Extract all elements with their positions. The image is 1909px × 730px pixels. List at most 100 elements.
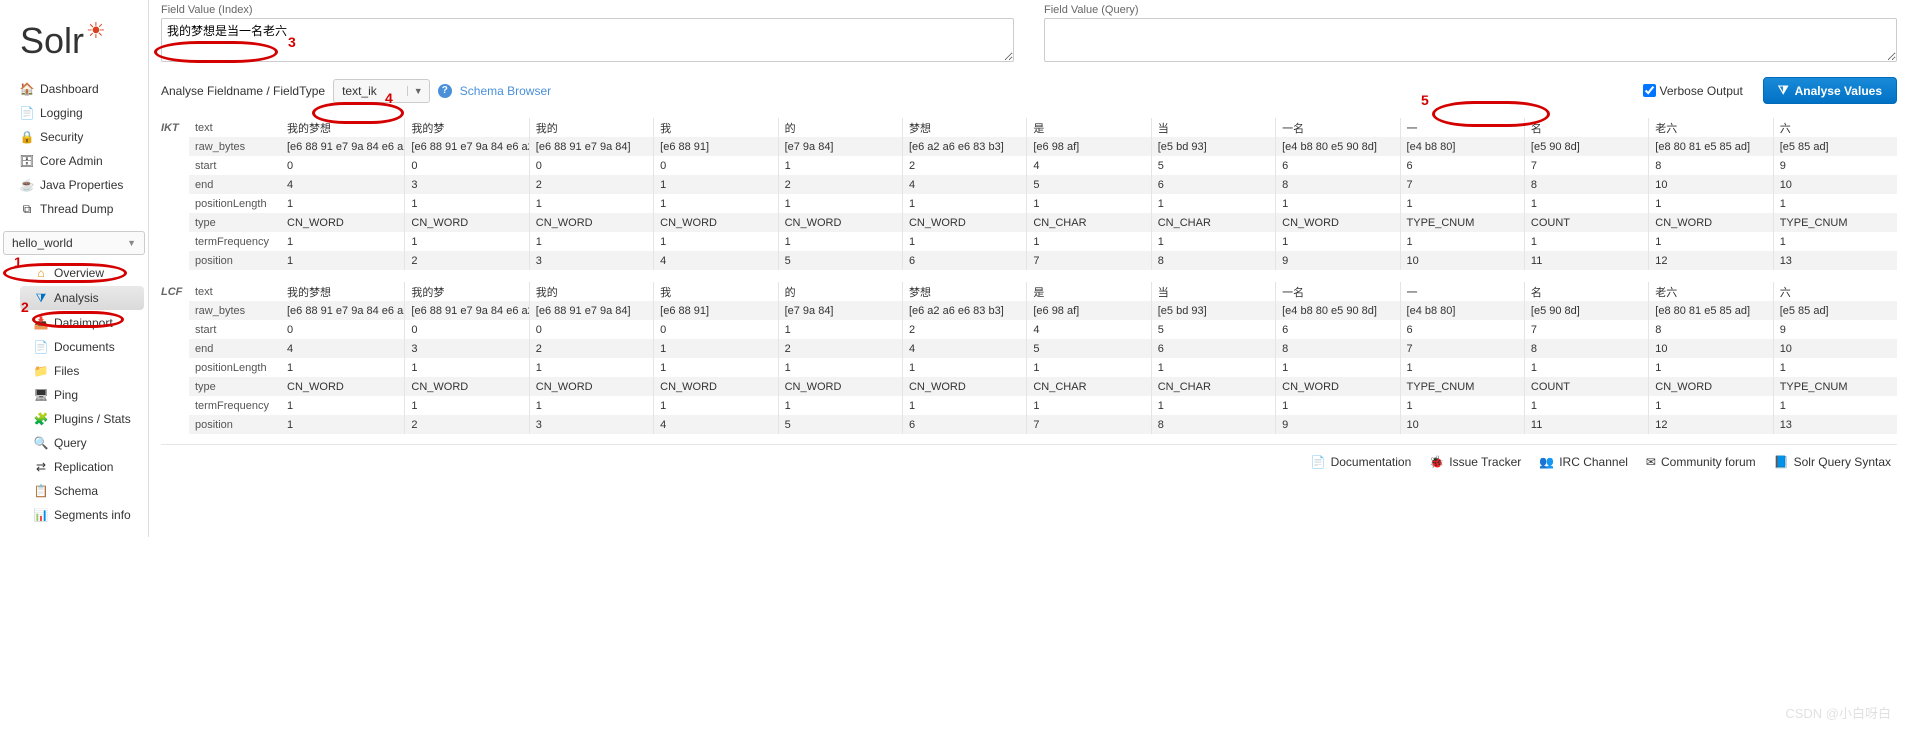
import-icon: 📥 xyxy=(34,316,48,330)
token-columns: 我的梦想[e6 88 91 e7 9a 84 e6 a2 a6 e6 83 b3… xyxy=(281,118,1897,270)
token-column: 我[e6 88 91]011CN_WORD14 xyxy=(653,282,777,434)
token-cell: 1 xyxy=(281,415,404,434)
token-cell: 1 xyxy=(530,232,653,251)
token-cell: [e7 9a 84] xyxy=(779,137,902,156)
subnav-query[interactable]: 🔍Query xyxy=(16,431,148,455)
token-cell: 6 xyxy=(1401,320,1524,339)
verbose-output-checkbox[interactable]: Verbose Output xyxy=(1643,84,1743,98)
token-column: 我的梦[e6 88 91 e7 9a 84 e6 a2 a6]031CN_WOR… xyxy=(404,118,528,270)
token-column: 六[e5 85 ad]9101TYPE_CNUM113 xyxy=(1773,282,1897,434)
token-cell: [e6 88 91 e7 9a 84 e6 a2 a6] xyxy=(405,301,528,320)
attr-label: positionLength xyxy=(189,194,281,213)
footer-community[interactable]: ✉Community forum xyxy=(1646,455,1756,469)
attr-label: raw_bytes xyxy=(189,301,281,320)
nav-thread-dump[interactable]: ⧉Thread Dump xyxy=(0,197,148,221)
token-cell: 1 xyxy=(1152,232,1275,251)
token-cell: TYPE_CNUM xyxy=(1774,213,1897,232)
token-cell: CN_WORD xyxy=(903,377,1026,396)
schema-icon: 📋 xyxy=(34,484,48,498)
token-cell: 1 xyxy=(779,232,902,251)
lock-icon: 🔒 xyxy=(20,130,34,144)
nav-core-admin[interactable]: 🗄Core Admin xyxy=(0,149,148,173)
token-cell: [e6 88 91] xyxy=(654,137,777,156)
token-cell: 5 xyxy=(1152,320,1275,339)
home-icon: ⌂ xyxy=(34,266,48,280)
subnav-documents[interactable]: 📄Documents xyxy=(16,335,148,359)
token-cell: 7 xyxy=(1401,175,1524,194)
token-cell: 3 xyxy=(530,415,653,434)
token-cell: 1 xyxy=(654,232,777,251)
token-cell: 8 xyxy=(1152,251,1275,270)
token-cell: 8 xyxy=(1525,175,1648,194)
token-cell: 1 xyxy=(1276,396,1399,415)
token-cell: 1 xyxy=(654,175,777,194)
token-cell: 1 xyxy=(1401,396,1524,415)
schema-browser-link[interactable]: Schema Browser xyxy=(460,84,551,98)
core-selector[interactable]: hello_world ▼ xyxy=(3,231,145,255)
token-cell: 1 xyxy=(1152,396,1275,415)
token-cell: 1 xyxy=(530,358,653,377)
token-cell: 1 xyxy=(903,194,1026,213)
nav-security[interactable]: 🔒Security xyxy=(0,125,148,149)
token-cell: 1 xyxy=(1649,232,1772,251)
token-cell: 10 xyxy=(1401,415,1524,434)
token-cell: CN_WORD xyxy=(1649,377,1772,396)
token-cell: 5 xyxy=(1152,156,1275,175)
token-cell: 1 xyxy=(654,339,777,358)
token-column: 我的[e6 88 91 e7 9a 84]021CN_WORD13 xyxy=(529,118,653,270)
token-cell: [e6 88 91 e7 9a 84 e6 a2 a6 e6 83 b3] xyxy=(281,301,404,320)
token-cell: 名 xyxy=(1525,118,1648,137)
footer-issue-tracker[interactable]: 🐞Issue Tracker xyxy=(1429,455,1521,469)
token-cell: 我的 xyxy=(530,118,653,137)
subnav-ping[interactable]: 🖥Ping xyxy=(16,383,148,407)
nav-java-properties[interactable]: ☕Java Properties xyxy=(0,173,148,197)
token-column: 的[e7 9a 84]121CN_WORD15 xyxy=(778,282,902,434)
token-cell: 8 xyxy=(1276,175,1399,194)
token-cell: 我的 xyxy=(530,282,653,301)
token-cell: 1 xyxy=(530,396,653,415)
token-cell: 9 xyxy=(1774,156,1897,175)
attr-label: termFrequency xyxy=(189,232,281,251)
footer-irc[interactable]: 👥IRC Channel xyxy=(1539,455,1628,469)
subnav-overview[interactable]: ⌂Overview xyxy=(16,261,148,285)
token-cell: [e4 b8 80 e5 90 8d] xyxy=(1276,137,1399,156)
token-cell: CN_WORD xyxy=(281,377,404,396)
token-cell: 8 xyxy=(1152,415,1275,434)
verbose-checkbox-input[interactable] xyxy=(1643,84,1656,97)
fieldtype-select[interactable]: text_ik ▼ xyxy=(333,79,430,103)
footer-documentation[interactable]: 📄Documentation xyxy=(1311,455,1412,469)
token-cell: 5 xyxy=(779,251,902,270)
token-cell: [e5 85 ad] xyxy=(1774,301,1897,320)
nav-logging[interactable]: 📄Logging xyxy=(0,101,148,125)
attr-label: type xyxy=(189,213,281,232)
token-cell: 7 xyxy=(1525,156,1648,175)
token-cell: 的 xyxy=(779,118,902,137)
subnav-analysis[interactable]: ⧩Analysis xyxy=(20,286,144,310)
subnav-segments[interactable]: 📊Segments info xyxy=(16,503,148,527)
token-column: 我[e6 88 91]011CN_WORD14 xyxy=(653,118,777,270)
subnav-replication[interactable]: ⇄Replication xyxy=(16,455,148,479)
token-cell: 5 xyxy=(779,415,902,434)
token-cell: 9 xyxy=(1774,320,1897,339)
subnav-schema[interactable]: 📋Schema xyxy=(16,479,148,503)
token-column: 我的梦想[e6 88 91 e7 9a 84 e6 a2 a6 e6 83 b3… xyxy=(281,282,404,434)
nav-dashboard[interactable]: 🏠Dashboard xyxy=(0,77,148,101)
token-cell: 1 xyxy=(1401,232,1524,251)
footer-query-syntax[interactable]: 📘Solr Query Syntax xyxy=(1774,455,1891,469)
token-cell: 2 xyxy=(530,339,653,358)
subnav-dataimport[interactable]: 📥Dataimport xyxy=(16,311,148,335)
field-value-query-input[interactable] xyxy=(1044,18,1897,62)
segments-icon: 📊 xyxy=(34,508,48,522)
token-cell: 6 xyxy=(903,415,1026,434)
token-cell: 0 xyxy=(405,320,528,339)
field-value-index-input[interactable] xyxy=(161,18,1014,62)
token-cell: 10 xyxy=(1774,339,1897,358)
analyse-values-button[interactable]: ⧩ Analyse Values xyxy=(1763,77,1897,104)
token-cell: CN_WORD xyxy=(405,213,528,232)
subnav-plugins[interactable]: 🧩Plugins / Stats xyxy=(16,407,148,431)
token-cell: 7 xyxy=(1027,415,1150,434)
token-cell: [e4 b8 80] xyxy=(1401,137,1524,156)
help-icon[interactable]: ? xyxy=(438,84,452,98)
token-cell: 9 xyxy=(1276,415,1399,434)
subnav-files[interactable]: 📁Files xyxy=(16,359,148,383)
